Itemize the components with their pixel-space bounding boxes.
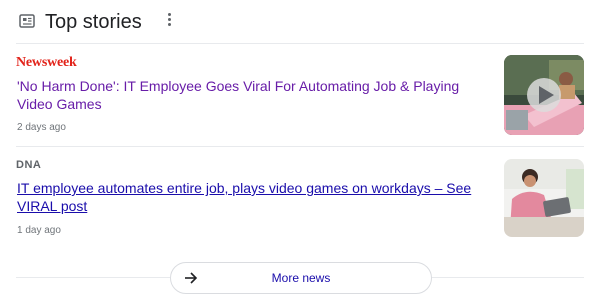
- divider: [16, 146, 584, 147]
- divider: [16, 277, 170, 278]
- more-news-label: More news: [271, 271, 331, 285]
- story-headline[interactable]: IT employee automates entire job, plays …: [17, 179, 492, 215]
- story-headline[interactable]: 'No Harm Done': IT Employee Goes Viral F…: [17, 77, 492, 113]
- top-stories-header: Top stories: [16, 8, 596, 36]
- story-timestamp: 1 day ago: [17, 225, 61, 236]
- video-thumbnail[interactable]: [504, 55, 584, 135]
- source-logo-dna: DNA: [16, 159, 42, 171]
- story-card[interactable]: Newsweek 'No Harm Done': IT Employee Goe…: [16, 55, 584, 137]
- story-card[interactable]: DNA IT employee automates entire job, pl…: [16, 159, 584, 237]
- news-icon: [19, 14, 35, 28]
- source-logo-newsweek: Newsweek: [16, 55, 77, 70]
- section-title: Top stories: [45, 11, 142, 33]
- divider: [16, 43, 584, 44]
- story-timestamp: 2 days ago: [17, 122, 66, 133]
- divider: [431, 277, 584, 278]
- more-options-icon[interactable]: [166, 11, 172, 29]
- image-thumbnail[interactable]: [504, 159, 584, 237]
- more-news-button[interactable]: More news: [170, 262, 432, 294]
